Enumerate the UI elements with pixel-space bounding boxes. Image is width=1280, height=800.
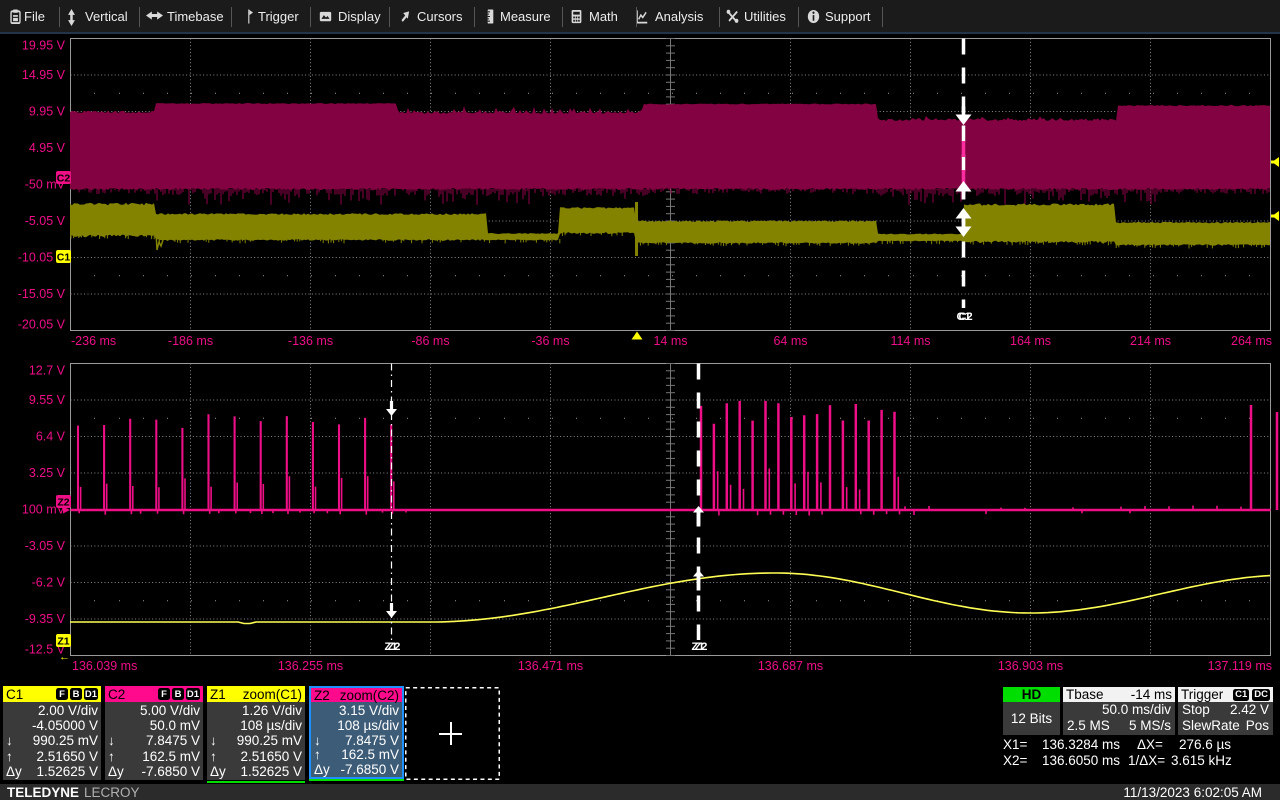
svg-text:←: ← xyxy=(59,651,70,663)
svg-text:3.25 V: 3.25 V xyxy=(29,466,66,480)
svg-text:Z2: Z2 xyxy=(695,641,708,653)
svg-text:Z2: Z2 xyxy=(57,497,69,509)
svg-text:C2: C2 xyxy=(57,173,71,185)
svg-text:9.55 V: 9.55 V xyxy=(29,393,66,407)
svg-text:64 ms: 64 ms xyxy=(773,334,807,348)
svg-text:4.95 V: 4.95 V xyxy=(29,141,66,155)
svg-text:-136 ms: -136 ms xyxy=(288,334,333,348)
svg-text:136.039 ms: 136.039 ms xyxy=(72,659,137,673)
svg-text:264 ms: 264 ms xyxy=(1231,334,1272,348)
svg-text:-15.05 V: -15.05 V xyxy=(18,287,66,301)
svg-text:9.95 V: 9.95 V xyxy=(29,105,66,119)
svg-text:14.95 V: 14.95 V xyxy=(22,68,66,82)
svg-text:-20.05 V: -20.05 V xyxy=(18,318,66,332)
svg-text:6.4 V: 6.4 V xyxy=(36,430,66,444)
svg-text:-3.05 V: -3.05 V xyxy=(25,539,66,553)
svg-text:-36 ms: -36 ms xyxy=(531,334,569,348)
svg-text:-236 ms: -236 ms xyxy=(71,334,116,348)
svg-text:-6.2 V: -6.2 V xyxy=(32,576,66,590)
svg-text:136.903 ms: 136.903 ms xyxy=(998,659,1063,673)
svg-text:C1: C1 xyxy=(57,252,71,264)
svg-text:136.255 ms: 136.255 ms xyxy=(278,659,343,673)
svg-text:Z2: Z2 xyxy=(388,641,401,653)
svg-text:19.95 V: 19.95 V xyxy=(22,39,66,53)
svg-text:137.119 ms: 137.119 ms xyxy=(1208,659,1272,673)
svg-text:-86 ms: -86 ms xyxy=(411,334,449,348)
svg-text:C2: C2 xyxy=(959,311,973,323)
svg-text:164 ms: 164 ms xyxy=(1010,334,1051,348)
svg-text:-186 ms: -186 ms xyxy=(168,334,213,348)
svg-text:214 ms: 214 ms xyxy=(1130,334,1171,348)
svg-text:-9.35 V: -9.35 V xyxy=(25,612,66,626)
svg-text:114 ms: 114 ms xyxy=(890,334,930,348)
svg-text:-5.05 V: -5.05 V xyxy=(25,214,66,228)
svg-text:12.7 V: 12.7 V xyxy=(29,364,66,378)
svg-text:14 ms: 14 ms xyxy=(653,334,687,348)
svg-text:136.687 ms: 136.687 ms xyxy=(758,659,823,673)
svg-text:Z1: Z1 xyxy=(57,636,69,648)
svg-text:136.471 ms: 136.471 ms xyxy=(518,659,583,673)
